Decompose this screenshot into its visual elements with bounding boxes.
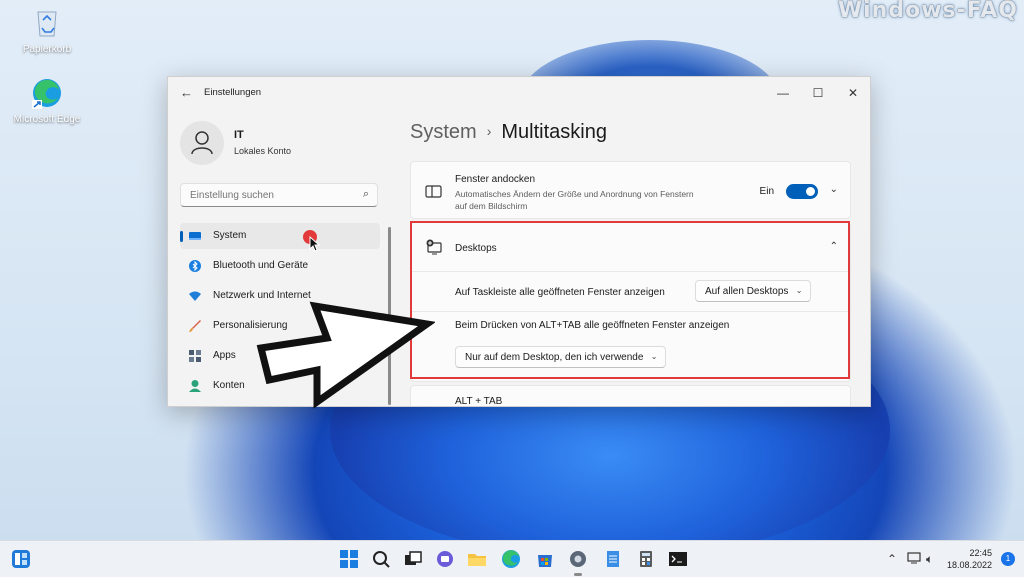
volume-icon[interactable]: 🔈︎: [926, 552, 933, 567]
mouse-cursor-icon: [309, 236, 321, 252]
avatar[interactable]: [180, 121, 224, 165]
breadcrumb-parent[interactable]: System: [410, 121, 477, 143]
clock-date: 18.08.2022: [946, 560, 992, 570]
snap-toggle[interactable]: [786, 184, 818, 199]
chevron-down-icon[interactable]: ⌄: [830, 184, 838, 195]
sidebar-item-label: Konten: [213, 380, 245, 391]
minimize-icon[interactable]: —: [766, 81, 800, 105]
user-name: IT: [234, 129, 244, 141]
widgets-icon[interactable]: [12, 550, 30, 568]
settings-icon[interactable]: [568, 549, 588, 569]
system-clock[interactable]: 22:45 18.08.2022: [947, 547, 992, 571]
chat-icon[interactable]: [435, 549, 455, 569]
edge-icon[interactable]: [501, 549, 521, 569]
search-icon[interactable]: [371, 549, 391, 569]
bluetooth-icon: [188, 259, 202, 273]
close-icon[interactable]: ✕: [836, 81, 870, 105]
sidebar-item-label: Bluetooth und Geräte: [213, 260, 309, 271]
network-icon[interactable]: [907, 552, 921, 567]
settings-search: ⌕: [180, 183, 378, 207]
toggle-knob: [806, 187, 815, 196]
brush-icon: [188, 319, 202, 333]
search-input[interactable]: [188, 189, 352, 202]
window-title: Einstellungen: [204, 87, 262, 98]
snap-description: Automatisches Ändern der Größe und Anord…: [455, 189, 694, 211]
file-explorer-icon[interactable]: [467, 549, 487, 569]
alttab-title: ALT + TAB: [455, 396, 503, 407]
apps-icon: [188, 349, 202, 363]
alttab-card[interactable]: ALT + TAB: [410, 385, 851, 407]
snap-title: Fenster andocken: [455, 174, 536, 185]
title-bar: ← Einstellungen — ☐ ✕: [168, 77, 870, 109]
breadcrumb: System › Multitasking: [410, 121, 607, 144]
desktop-icon-label: Microsoft Edge: [13, 114, 81, 125]
snap-layout-icon: [425, 184, 443, 200]
monitor-icon: [188, 229, 202, 243]
desktop-icon-label: Papierkorb: [22, 44, 72, 55]
toggle-state-label: Ein: [759, 186, 774, 197]
terminal-icon[interactable]: [668, 549, 688, 569]
highlight-box: [410, 221, 850, 379]
desktop-icon-recycle-bin[interactable]: Papierkorb: [12, 6, 82, 55]
notepad-icon[interactable]: [603, 549, 623, 569]
search-icon[interactable]: ⌕: [363, 188, 369, 201]
desktop-icon-edge[interactable]: Microsoft Edge: [12, 76, 82, 125]
wifi-icon: [188, 289, 202, 303]
page-title: Multitasking: [501, 121, 607, 143]
person-icon: [188, 379, 202, 393]
maximize-icon[interactable]: ☐: [801, 81, 835, 105]
snap-windows-card[interactable]: Fenster andocken Automatisches Ändern de…: [410, 161, 851, 219]
clock-time: 22:45: [969, 548, 992, 558]
taskbar: ⌃ 🔈︎ 22:45 18.08.2022 1: [0, 540, 1024, 577]
selection-indicator: [180, 231, 183, 242]
task-view-icon[interactable]: [403, 549, 423, 569]
calculator-icon[interactable]: [636, 549, 656, 569]
start-icon[interactable]: [339, 549, 359, 569]
chevron-right-icon: ›: [486, 123, 492, 139]
recycle-bin-icon: [30, 6, 64, 40]
back-arrow-icon[interactable]: ←: [180, 85, 193, 100]
annotation-arrow-icon: [256, 301, 435, 409]
store-icon[interactable]: [535, 549, 555, 569]
edge-icon: [30, 76, 64, 110]
sidebar-item-label: Apps: [213, 350, 236, 361]
sidebar-item-system[interactable]: System: [180, 223, 380, 249]
account-type: Lokales Konto: [234, 146, 292, 156]
chevron-up-icon[interactable]: ⌃: [887, 552, 897, 566]
watermark: Windows-FAQ: [837, 0, 1018, 23]
notification-badge[interactable]: 1: [1001, 552, 1015, 566]
sidebar-item-bluetooth[interactable]: Bluetooth und Geräte: [180, 253, 380, 279]
sidebar-item-label: System: [213, 230, 247, 241]
person-icon: [191, 131, 213, 155]
